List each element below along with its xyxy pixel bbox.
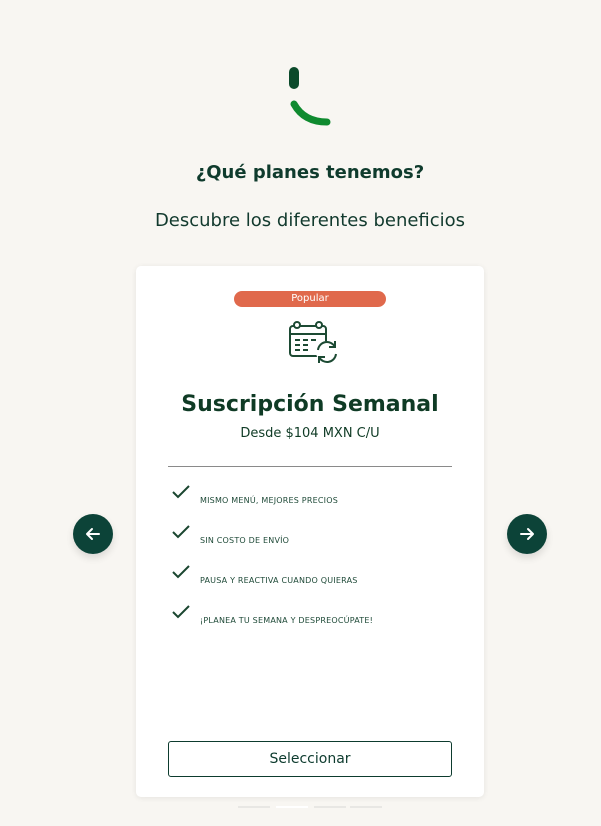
carousel-dot[interactable] xyxy=(350,806,382,808)
plan-price: Desde $104 MXN C/U xyxy=(240,426,380,441)
carousel-dot[interactable] xyxy=(238,806,270,808)
page-subtitle: Descubre los diferentes beneficios xyxy=(154,210,466,231)
benefit-item: PAUSA Y REACTIVA CUANDO QUIERAS xyxy=(172,564,462,604)
benefit-text: ¡PLANEA TU SEMANA Y DESPREOCÚPATE! xyxy=(200,616,374,625)
divider xyxy=(168,466,452,467)
popular-badge: Popular xyxy=(234,291,386,307)
select-plan-button[interactable]: Seleccionar xyxy=(168,741,452,777)
benefit-text: MISMO MENÚ, MEJORES PRECIOS xyxy=(200,496,338,505)
check-icon xyxy=(172,565,190,579)
plan-card: Popular Suscripción Semanal Desde $104 M… xyxy=(136,266,484,797)
benefits-list: MISMO MENÚ, MEJORES PRECIOS SIN COSTO DE… xyxy=(172,484,462,644)
benefit-item: MISMO MENÚ, MEJORES PRECIOS xyxy=(172,484,462,524)
brand-smile-logo xyxy=(289,67,331,126)
page-title: ¿Qué planes tenemos? xyxy=(195,162,425,183)
previous-plan-button[interactable] xyxy=(73,514,113,554)
benefit-text: SIN COSTO DE ENVÍO xyxy=(200,536,290,545)
calendar-refresh-icon xyxy=(289,321,338,363)
check-icon xyxy=(172,525,190,539)
next-plan-button[interactable] xyxy=(507,514,547,554)
carousel-dot-active[interactable] xyxy=(276,806,308,808)
plan-name: Suscripción Semanal xyxy=(181,392,439,417)
benefit-item: SIN COSTO DE ENVÍO xyxy=(172,524,462,564)
arrow-right-icon xyxy=(520,528,534,540)
check-icon xyxy=(172,485,190,499)
benefit-item: ¡PLANEA TU SEMANA Y DESPREOCÚPATE! xyxy=(172,604,462,644)
arrow-left-icon xyxy=(86,528,100,540)
carousel-dot[interactable] xyxy=(314,806,346,808)
carousel-pagination xyxy=(238,806,382,810)
check-icon xyxy=(172,605,190,619)
benefit-text: PAUSA Y REACTIVA CUANDO QUIERAS xyxy=(200,576,358,585)
